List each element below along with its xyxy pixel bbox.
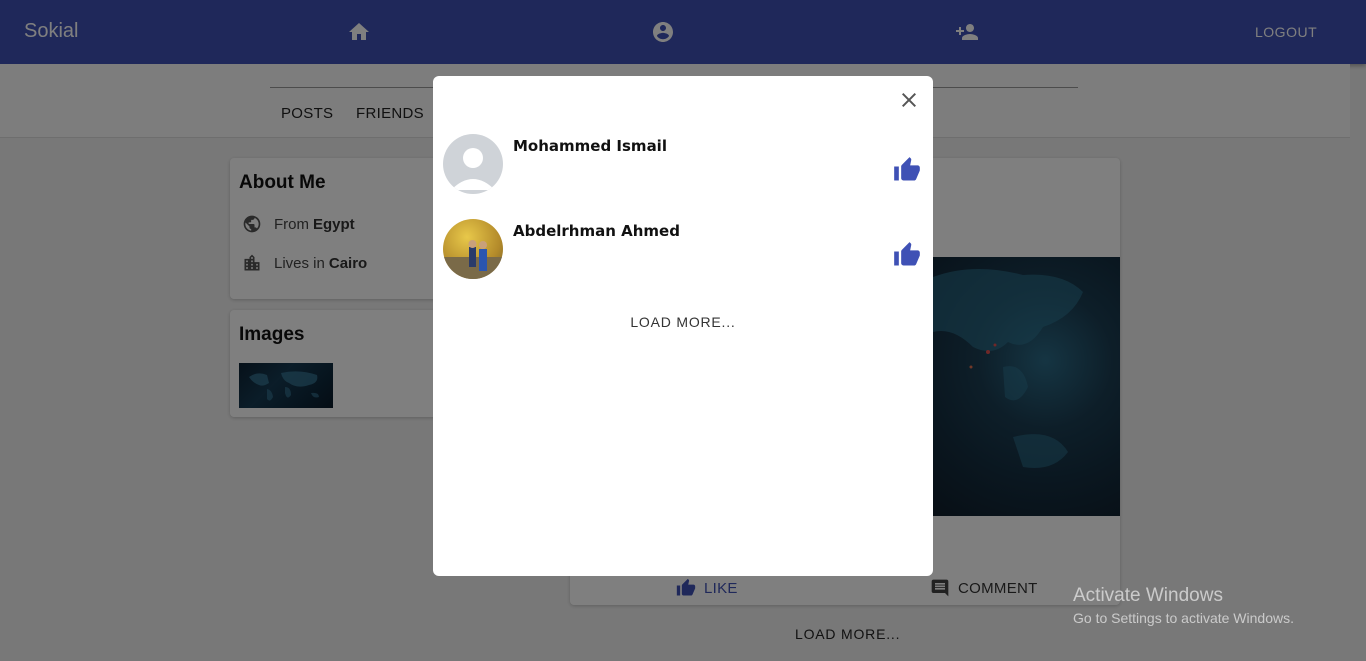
liker-item[interactable]: Abdelrhman Ahmed (443, 219, 923, 279)
load-more-likes-button[interactable]: LOAD MORE... (433, 314, 933, 330)
thumb-up-icon (894, 157, 920, 181)
activate-windows-title: Activate Windows (1073, 585, 1223, 606)
activate-windows-subtitle: Go to Settings to activate Windows. (1073, 610, 1294, 626)
likes-dialog: Mohammed Ismail Abdelrhman Ahmed LOAD MO… (433, 76, 933, 576)
thumb-up-icon (894, 242, 920, 266)
liker-item[interactable]: Mohammed Ismail (443, 134, 923, 194)
default-avatar (443, 134, 503, 194)
photo-avatar (443, 219, 503, 279)
liker-name[interactable]: Mohammed Ismail (513, 137, 667, 155)
close-icon[interactable] (897, 88, 921, 112)
liker-name[interactable]: Abdelrhman Ahmed (513, 222, 680, 240)
